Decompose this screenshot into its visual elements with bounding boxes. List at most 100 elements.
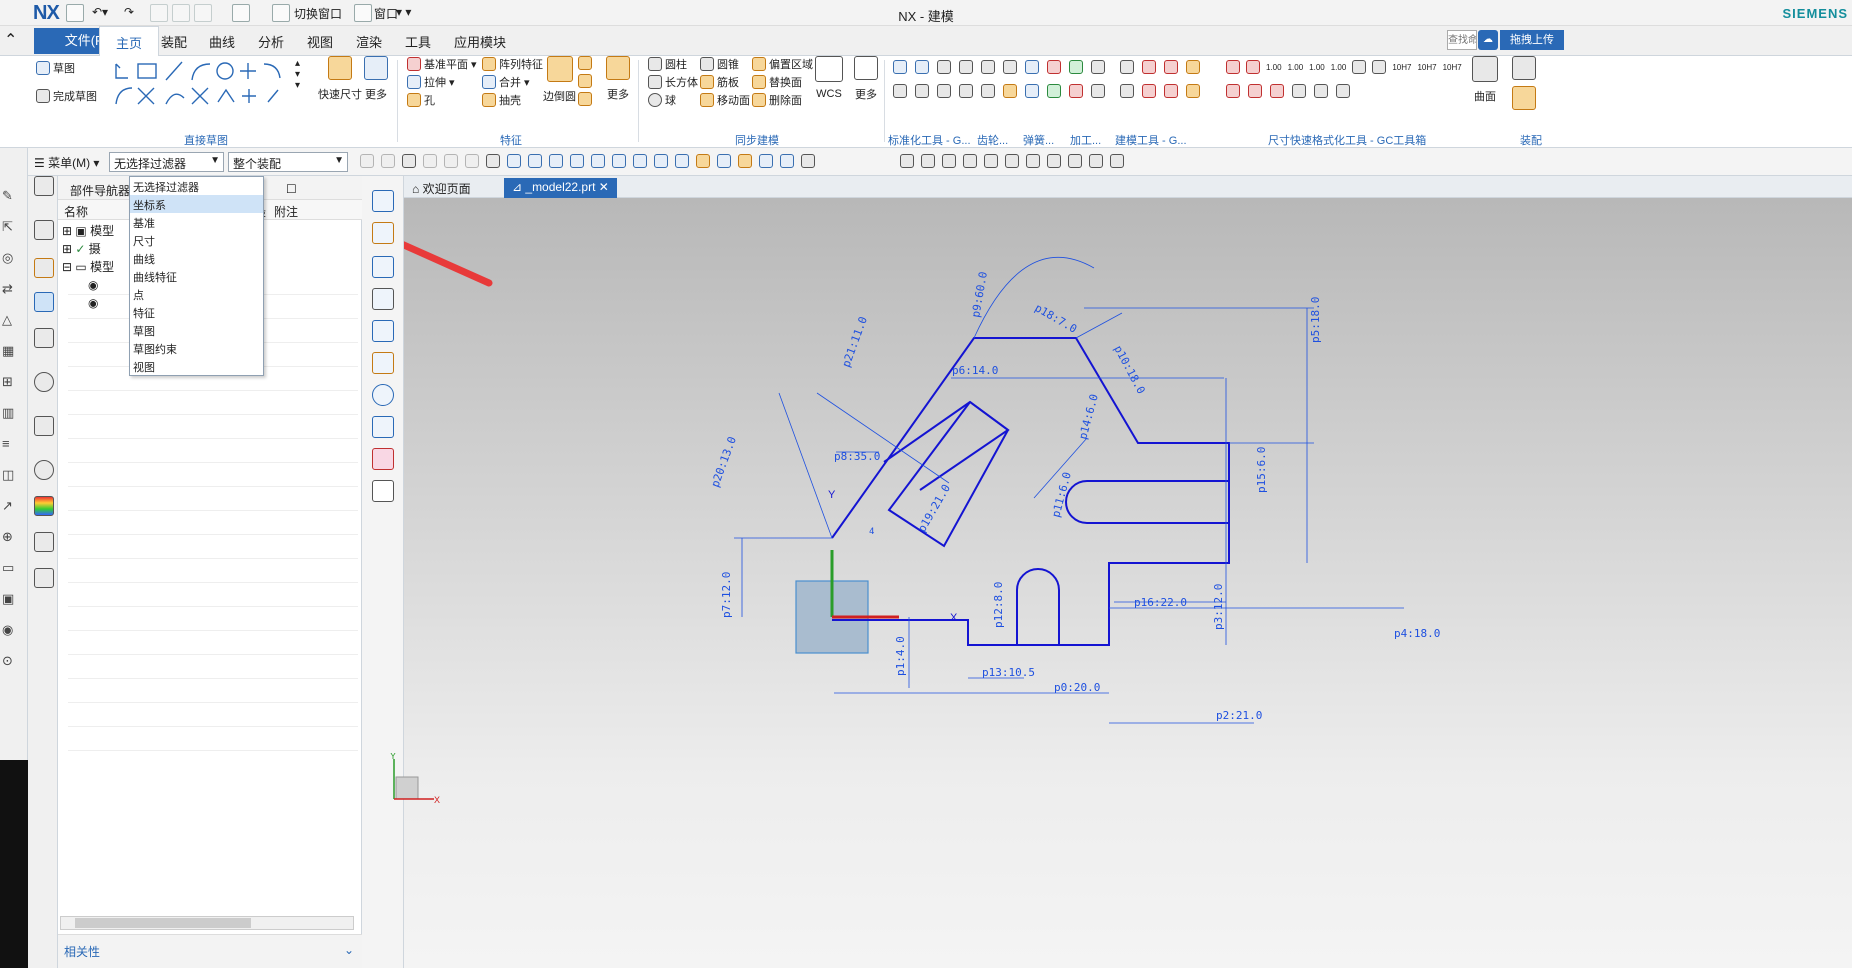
close-icon[interactable]: ✕ (599, 180, 609, 194)
std-tools-row2[interactable] (893, 84, 1105, 98)
dimension-label[interactable]: p15:6.0 (1255, 447, 1268, 493)
rib-button[interactable]: 筋板 (700, 74, 739, 90)
finish-sketch-button[interactable]: 完成草图 (36, 88, 97, 104)
system-scene-icon[interactable] (34, 568, 54, 588)
dimension-label[interactable]: p20:13.0 (709, 435, 739, 489)
more-sketch-button[interactable]: 更多 (364, 56, 388, 102)
snap-toolbar-icons[interactable] (360, 154, 815, 168)
more-feature-button[interactable]: 更多 (606, 56, 630, 102)
sphere-button[interactable]: 球 (648, 92, 676, 108)
sketch-canvas[interactable]: Y X p9:60.0 p18:7.0 p5:18.0 p21:11.0 p6:… (404, 198, 1852, 968)
dependencies-panel[interactable]: 相关性 ⌄ (58, 934, 362, 968)
filter-option[interactable]: 基准 (130, 213, 263, 231)
shell-button[interactable]: 抽壳 (482, 92, 521, 108)
tab-home[interactable]: 主页 (99, 26, 160, 56)
settings-gear-icon[interactable] (34, 176, 54, 196)
tab-curve[interactable]: 曲线 (209, 32, 235, 51)
tolerance-label[interactable]: 1.00 (1266, 63, 1282, 72)
col-note[interactable]: 附注 (274, 203, 298, 220)
constraint-icon[interactable] (372, 190, 394, 212)
replace-face-button[interactable]: 替换面 (752, 74, 802, 90)
roles-icon[interactable] (34, 532, 54, 552)
tab-welcome-page[interactable]: ⌂ 欢迎页面 (404, 178, 479, 198)
assembly-tools[interactable] (1512, 56, 1536, 110)
upload-button[interactable]: 拖拽上传 (1500, 30, 1564, 50)
wcs-button[interactable]: WCS (815, 56, 843, 100)
tab-assembly[interactable]: 装配 (161, 32, 187, 51)
dimension-label[interactable]: p8:35.0 (834, 450, 880, 463)
tab-tools[interactable]: 工具 (405, 32, 431, 51)
box-icon[interactable] (372, 416, 394, 438)
plane-icon[interactable] (372, 448, 394, 470)
hole-button[interactable]: 孔 (407, 92, 435, 108)
dimension-label[interactable]: p12:8.0 (992, 582, 1005, 628)
collapse-chevron-icon[interactable]: ⌃ (4, 30, 17, 50)
dimension-label[interactable]: p2:21.0 (1216, 709, 1262, 722)
move-face-button[interactable]: 移动面 (700, 92, 750, 108)
delete-face-button[interactable]: 删除面 (752, 92, 802, 108)
surface-button[interactable]: 曲面 (1472, 56, 1498, 104)
cone-button[interactable]: 圆锥 (700, 56, 739, 72)
palette-icon[interactable] (34, 496, 54, 516)
history-icon[interactable] (34, 372, 54, 392)
web-browser-icon[interactable] (34, 416, 54, 436)
reuse-library-icon[interactable] (34, 328, 54, 348)
datum-plane-button[interactable]: 基准平面 ▾ (407, 56, 477, 72)
part-navigator-icon[interactable] (34, 292, 54, 312)
tree-row[interactable]: ⊞ ▣ 模型 (62, 222, 114, 240)
tolerance-label[interactable]: 1.00 (1309, 63, 1325, 72)
dimension-label[interactable]: p14:6.0 (1076, 393, 1101, 441)
dimension-label[interactable]: p3:12.0 (1212, 584, 1225, 630)
filter-option[interactable]: 坐标系 (130, 195, 263, 213)
col-name[interactable]: 名称 (64, 203, 88, 220)
sketch-button[interactable]: 草图 (36, 60, 75, 76)
feature-extra-icons[interactable] (578, 56, 592, 106)
tab-applications[interactable]: 应用模块 (454, 32, 506, 51)
filter-option[interactable]: 曲线特征 (130, 267, 263, 285)
tolerance-label[interactable]: 1.00 (1331, 63, 1347, 72)
assembly-navigator-icon[interactable] (34, 220, 54, 240)
tab-model[interactable]: ⊿ _model22.prt ✕ (504, 178, 617, 198)
constraint-navigator-icon[interactable] (34, 258, 54, 278)
tree-row[interactable]: ⊟ ▭ 模型 (62, 258, 114, 276)
dimension-label[interactable]: 4 (869, 527, 874, 537)
menu-button[interactable]: ☰ 菜单(M) ▾ (34, 154, 99, 171)
cloud-icon[interactable]: ☁ (1478, 30, 1498, 50)
std-tools-row1[interactable] (893, 60, 1105, 74)
fit-label[interactable]: 10H7 (1392, 63, 1411, 72)
tab-analysis[interactable]: 分析 (258, 32, 284, 51)
filter-option[interactable]: 点 (130, 285, 263, 303)
stack-icon[interactable] (372, 352, 394, 374)
unite-button[interactable]: 合并 ▾ (482, 74, 530, 90)
dimension-label[interactable]: p9:60.0 (969, 271, 990, 319)
tab-view[interactable]: 视图 (307, 32, 333, 51)
sketch-curve-tools[interactable] (108, 58, 300, 110)
circle-icon[interactable] (372, 384, 394, 406)
modeling-tools-row2[interactable] (1120, 84, 1200, 98)
filter-option[interactable]: 曲线 (130, 249, 263, 267)
graphics-viewport[interactable]: Y X p9:60.0 p18:7.0 p5:18.0 p21:11.0 p6:… (390, 198, 1852, 968)
tab-render[interactable]: 渲染 (356, 32, 382, 51)
maximize-icon[interactable]: ☐ (286, 182, 297, 196)
view-toolbar-icons[interactable] (900, 154, 1124, 168)
dimension-label[interactable]: p6:14.0 (952, 364, 998, 377)
dim-format-row2[interactable] (1226, 84, 1350, 98)
pattern-feature-button[interactable]: 阵列特征 (482, 56, 543, 72)
sketch-tools-scroll-icon[interactable]: ▴ ▾ ▾ (295, 58, 300, 91)
dimension-label[interactable]: p21:11.0 (840, 315, 870, 369)
clock-icon[interactable] (34, 460, 54, 480)
dimension-label[interactable]: p10:18.0 (1111, 343, 1147, 396)
navigator-scrollbar[interactable] (60, 916, 354, 930)
cross-icon[interactable] (372, 288, 394, 310)
filter-option[interactable]: 特征 (130, 303, 263, 321)
filter-option[interactable]: 草图 (130, 321, 263, 339)
dimension-icon[interactable] (372, 222, 394, 244)
line-icon[interactable] (372, 320, 394, 342)
filter-option[interactable]: 草图约束 (130, 339, 263, 357)
dim-format-row1[interactable]: 1.00 1.00 1.00 1.00 10H7 10H7 10H7 (1226, 60, 1462, 74)
cylinder-button[interactable]: 圆柱 (648, 56, 687, 72)
relation-icon[interactable] (372, 256, 394, 278)
frame-icon[interactable] (372, 480, 394, 502)
dimension-label[interactable]: p18:7.0 (1033, 301, 1080, 335)
extrude-button[interactable]: 拉伸 ▾ (407, 74, 455, 90)
